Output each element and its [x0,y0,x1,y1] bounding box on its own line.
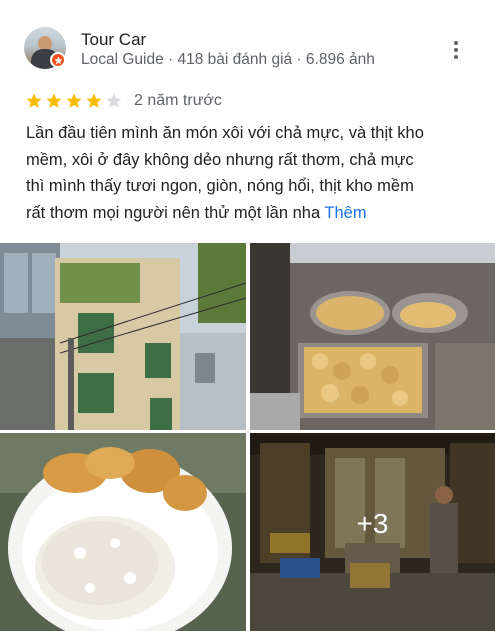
star-icon [26,93,42,108]
review-time: 2 năm trước [134,92,222,109]
review-photo-storefront-more[interactable]: +3 [250,433,495,631]
local-guide-badge-icon [50,52,66,68]
review-text-line-last: rất thơm mọi người nên thử một lần nha T… [26,200,472,227]
star-icon [106,93,122,108]
more-vert-icon[interactable] [444,36,468,64]
review-photo-building[interactable] [0,243,246,430]
star-icon [66,93,82,108]
review-text-line: rất thơm mọi người nên thử một lần nha [26,203,321,222]
star-rating [25,92,125,110]
rating-row: 2 năm trước [25,90,222,112]
author-meta: Local Guide · 418 bài đánh giá · 6.896 ả… [81,51,375,68]
review-text-line: mềm, xôi ở đây không dẻo nhưng rất thơm,… [26,150,414,169]
author-name[interactable]: Tour Car [81,30,146,50]
review-text-line: thì mình thấy tươi ngon, giòn, nóng hổi,… [26,177,414,195]
extra-photos-count: +3 [356,508,389,539]
star-icon [46,93,62,108]
review-text: Lần đầu tiên mình ăn món xôi với chả mực… [26,120,472,226]
review-photo-sticky-rice[interactable] [0,433,246,631]
more-link[interactable]: Thêm [324,204,366,222]
star-icon [86,93,102,108]
review-header: Tour Car Local Guide · 418 bài đánh giá … [0,0,495,88]
review-text-line: Lần đầu tiên mình ăn món xôi với chả mực… [26,124,424,142]
review-photo-food-stall[interactable] [250,243,495,430]
